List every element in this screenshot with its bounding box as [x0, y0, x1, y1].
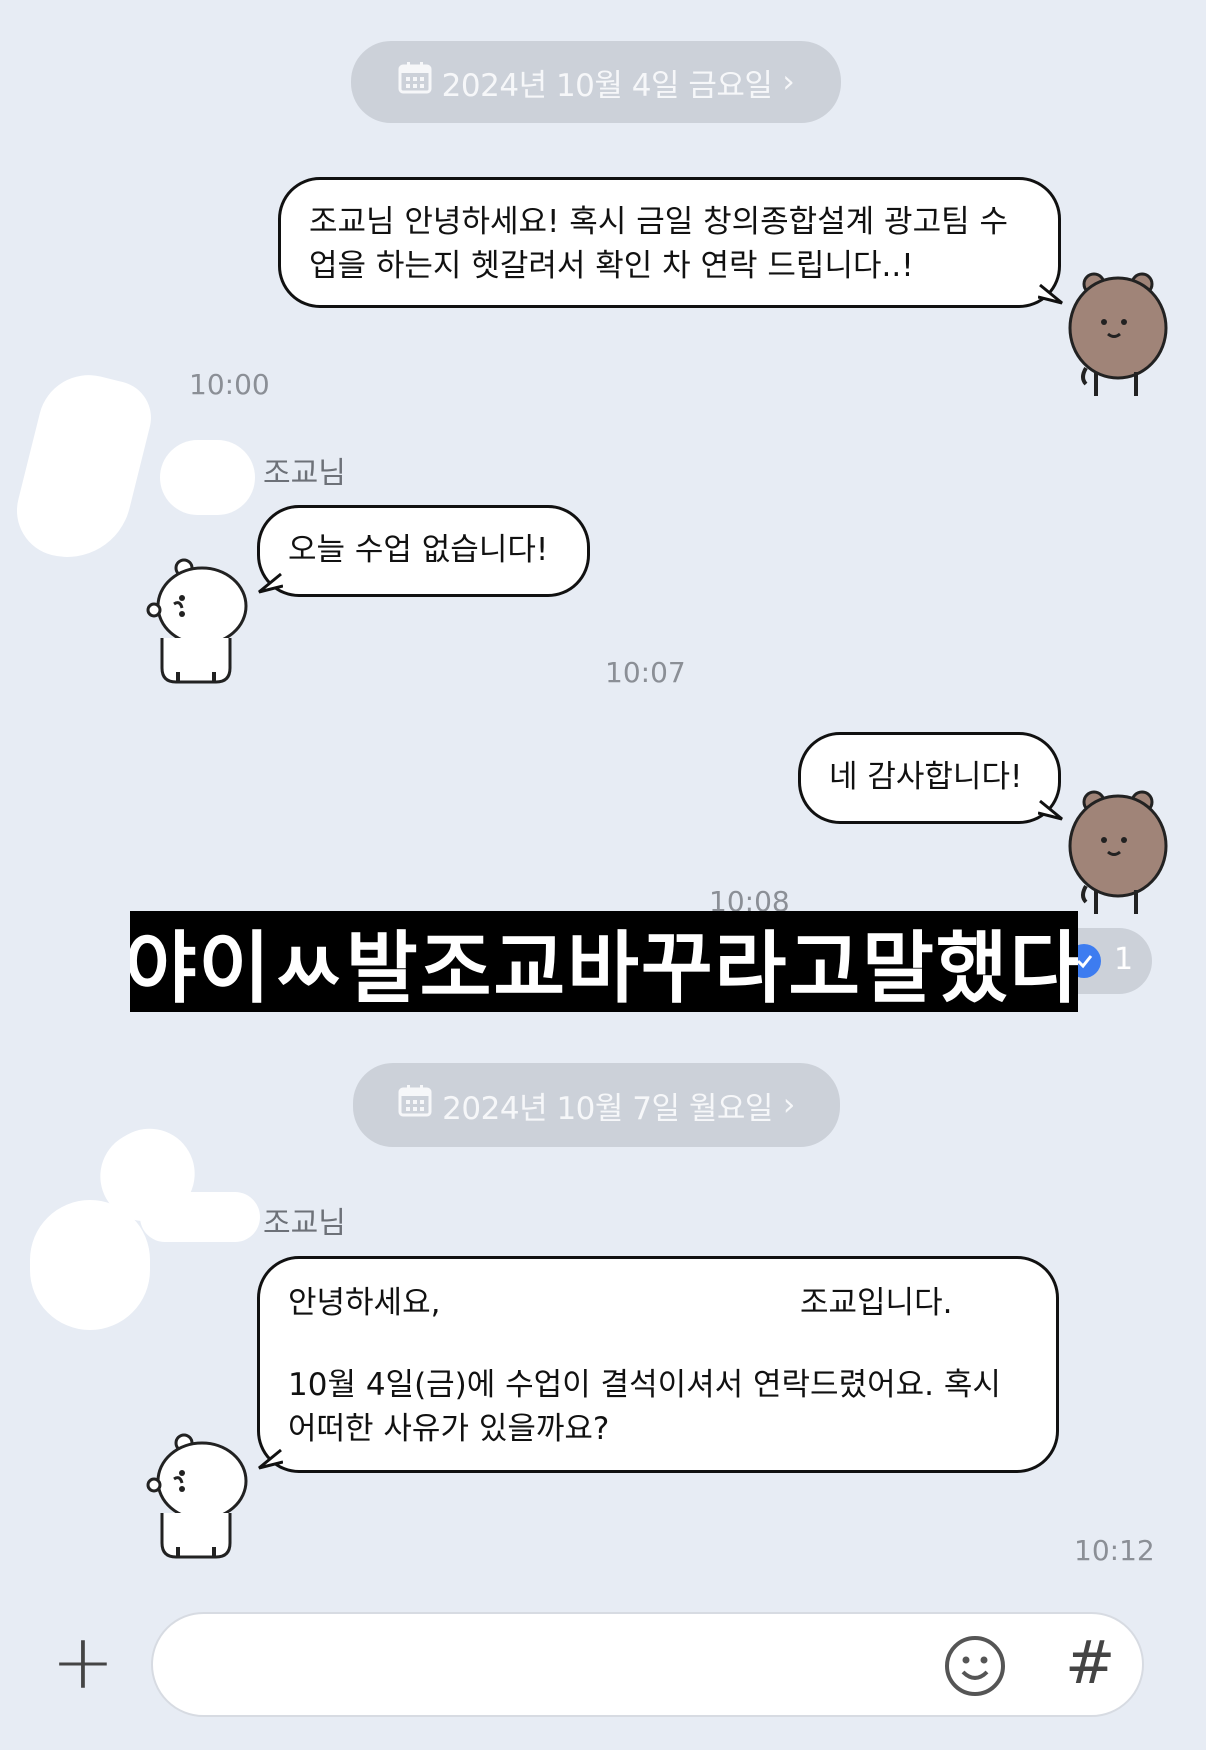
calendar-icon	[398, 62, 432, 102]
message-text: 조교님 안녕하세요! 혹시 금일 창의종합설계 광고팀 수 업을 하는지 헷갈려…	[309, 204, 1008, 284]
date-divider-1[interactable]: 2024년 10월 4일 금요일 ›	[351, 41, 841, 123]
message-time: 10:07	[605, 656, 686, 689]
bubble-tail	[1038, 283, 1063, 305]
my-avatar-bear[interactable]	[1066, 786, 1176, 922]
message-bubble-received[interactable]: 오늘 수업 없습니다!	[257, 505, 590, 597]
bubble-tail	[258, 572, 283, 594]
sender-name: 조교님	[263, 456, 346, 491]
message-greeting-tail: 조교입니다.	[800, 1285, 953, 1321]
message-text: 네 감사합니다!	[829, 759, 1023, 795]
message-bubble-sent[interactable]: 네 감사합니다!	[798, 732, 1061, 824]
calendar-icon	[398, 1085, 432, 1125]
message-text: 오늘 수업 없습니다!	[288, 532, 549, 568]
sender-name: 조교님	[263, 1206, 346, 1241]
chevron-right-icon: ›	[782, 1087, 795, 1123]
read-count: 1	[1114, 942, 1134, 977]
date-divider-2[interactable]: 2024년 10월 7일 월요일 ›	[353, 1063, 840, 1147]
sender-avatar-bear[interactable]	[142, 1433, 254, 1563]
my-avatar-bear[interactable]	[1066, 268, 1176, 404]
redaction-mark	[160, 440, 255, 515]
bubble-tail	[258, 1448, 283, 1470]
message-bubble-sent[interactable]: 조교님 안녕하세요! 혹시 금일 창의종합설계 광고팀 수 업을 하는지 헷갈려…	[278, 177, 1061, 308]
overlay-caption: 야이ㅆ발조교바꾸라고말했다	[130, 911, 1078, 1012]
hashtag-search-button[interactable]: #	[1065, 1628, 1115, 1698]
redaction-mark	[140, 1192, 260, 1242]
attach-plus-button[interactable]: +	[50, 1612, 116, 1712]
message-time: 10:12	[1074, 1534, 1155, 1567]
message-time: 10:00	[189, 368, 270, 401]
redaction-mark	[458, 1283, 778, 1323]
chevron-right-icon: ›	[782, 64, 795, 100]
sender-avatar-bear[interactable]	[142, 558, 254, 688]
message-text: 10월 4일(금)에 수업이 결석이셔서 연락드렸어요. 혹시 어떠한 사유가 …	[288, 1367, 1001, 1447]
message-greeting-line: 안녕하세요, 조교입니다.	[288, 1281, 1028, 1325]
bubble-tail	[1038, 799, 1063, 821]
message-input[interactable]: #	[151, 1612, 1144, 1717]
emoji-icon[interactable]	[943, 1634, 1007, 1702]
date-label: 2024년 10월 7일 월요일	[442, 1090, 773, 1127]
date-label: 2024년 10월 4일 금요일	[441, 67, 773, 104]
redaction-mark	[7, 364, 159, 571]
message-greeting: 안녕하세요,	[288, 1285, 441, 1321]
message-bubble-received[interactable]: 안녕하세요, 조교입니다. 10월 4일(금)에 수업이 결석이셔서 연락드렸어…	[257, 1256, 1059, 1473]
